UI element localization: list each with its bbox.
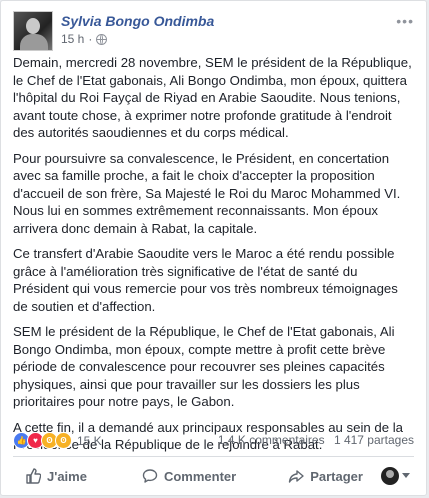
thumbs-up-icon [26,468,41,484]
post-body: Demain, mercredi 28 novembre, SEM le pré… [13,54,414,462]
post-paragraph: Demain, mercredi 28 novembre, SEM le pré… [13,55,412,140]
post-header: Sylvia Bongo Ondimba 15 h · ••• [13,11,414,51]
post-time[interactable]: 15 h [61,32,84,46]
comments-count[interactable]: 1,4 K commentaires [218,433,325,447]
like-label: J'aime [47,468,87,484]
profile-selector[interactable] [381,467,410,485]
comment-icon [142,469,158,483]
chevron-down-icon [402,473,410,478]
globe-icon [96,33,108,45]
comment-button[interactable]: Commenter [142,468,236,484]
more-dots-icon[interactable]: ••• [396,13,414,29]
reactions-summary[interactable]: 👍 ♥ ʘ ʘ 15 K [13,432,102,449]
share-button[interactable]: Partager [288,468,363,484]
author-name[interactable]: Sylvia Bongo Ondimba [61,13,214,29]
share-arrow-icon [289,470,304,483]
post-stats: 👍 ♥ ʘ ʘ 15 K 1,4 K commentaires 1 417 pa… [13,431,414,449]
comment-label: Commenter [163,468,237,484]
engagement-counts: 1,4 K commentaires 1 417 partages [212,433,414,447]
post-paragraph: SEM le président de la République, le Ch… [13,324,395,409]
profile-avatar [381,467,399,485]
like-button[interactable]: J'aime [25,468,87,484]
post-paragraph: Ce transfert d'Arabie Saoudite vers le M… [13,246,398,314]
post-paragraph: Pour poursuivre sa convalescence, le Pré… [13,150,401,236]
post-meta: 15 h · [61,32,108,46]
shares-count[interactable]: 1 417 partages [334,433,414,447]
action-bar: J'aime Commenter Partager [13,460,414,492]
author-avatar[interactable] [13,11,53,51]
reactions-count[interactable]: 15 K [77,434,102,448]
divider [13,456,414,457]
share-label: Partager [310,468,363,484]
sad-reaction-icon: ʘ [55,432,72,449]
post-card: Sylvia Bongo Ondimba 15 h · ••• Demain, … [0,0,427,496]
